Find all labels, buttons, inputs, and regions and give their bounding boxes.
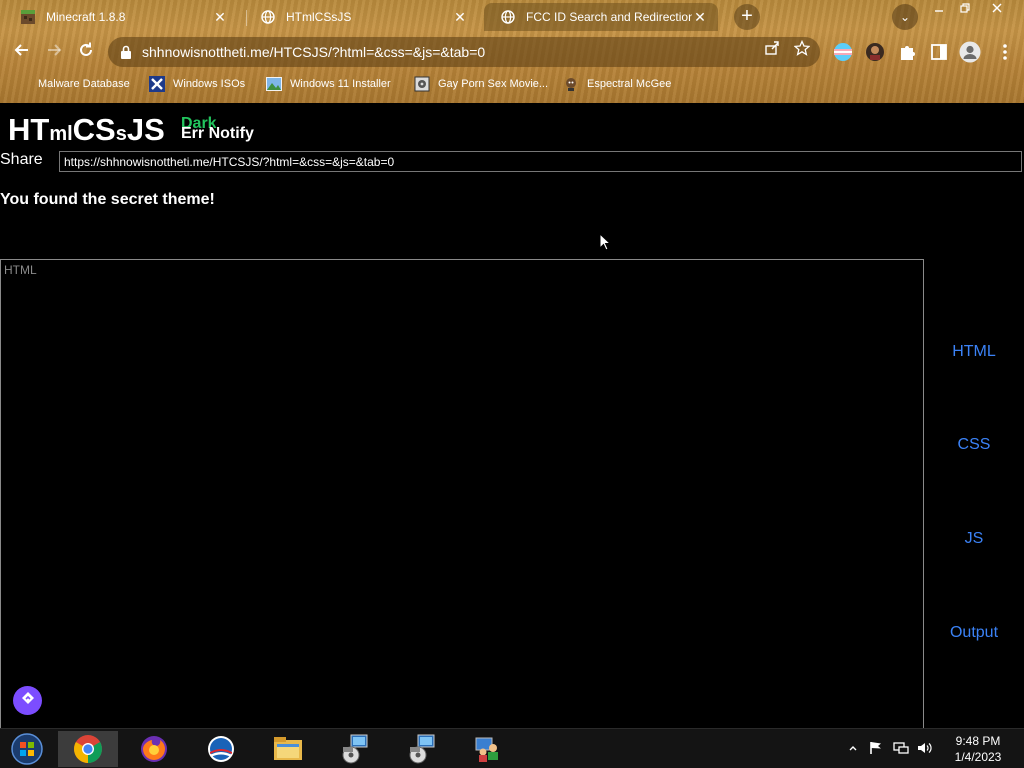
bookmark-label: Espectral McGee bbox=[587, 78, 672, 90]
share-label: Share bbox=[0, 151, 43, 168]
pride-flag-extension-icon[interactable] bbox=[833, 42, 853, 62]
forward-arrow-icon[interactable] bbox=[41, 40, 67, 66]
lock-icon[interactable] bbox=[120, 45, 134, 59]
globe-icon bbox=[500, 9, 516, 25]
tab-title: FCC ID Search and Redirection bbox=[526, 10, 692, 24]
system-clock[interactable]: 9:48 PM 1/4/2023 bbox=[946, 733, 1010, 765]
windows-taskbar: 9:48 PM 1/4/2023 bbox=[0, 728, 1024, 768]
tab-html[interactable]: HTML bbox=[924, 343, 1024, 361]
windows-start-icon[interactable] bbox=[0, 731, 54, 767]
clock-time: 9:48 PM bbox=[955, 734, 1001, 748]
profile-avatar-icon[interactable] bbox=[959, 41, 981, 63]
site-logo: HTmlCSsJS bbox=[8, 112, 165, 147]
bookmark-label: Malware Database bbox=[38, 78, 130, 90]
globe-icon bbox=[260, 9, 276, 25]
page-content: HTmlCSsJS Dark Err Notify Share You foun… bbox=[0, 103, 1024, 728]
bookmark-movie[interactable]: Gay Porn Sex Movie... bbox=[414, 74, 548, 94]
floating-action-button[interactable] bbox=[13, 686, 42, 715]
x-logo-icon bbox=[149, 76, 165, 92]
reload-icon[interactable] bbox=[73, 40, 99, 66]
firefox-icon[interactable] bbox=[124, 731, 184, 767]
browser-chrome: Minecraft 1.8.8 ✕ HTmlCSsJS ✕ FCC ID Sea… bbox=[0, 0, 1024, 103]
tab-search-button[interactable]: ⌄ bbox=[892, 4, 918, 30]
tab-css[interactable]: CSS bbox=[924, 436, 1024, 454]
close-window-icon[interactable] bbox=[984, 0, 1010, 18]
menu-dots-icon[interactable] bbox=[1002, 42, 1014, 62]
tab-minecraft[interactable]: Minecraft 1.8.8 ✕ bbox=[4, 3, 238, 31]
tab-output[interactable]: Output bbox=[924, 624, 1024, 642]
installer-icon[interactable] bbox=[392, 731, 452, 767]
network-people-icon[interactable] bbox=[459, 731, 519, 767]
action-center-flag-icon[interactable] bbox=[868, 741, 884, 757]
bookmark-malware-database[interactable]: Malware Database bbox=[14, 74, 130, 94]
bookmark-label: Windows 11 Installer bbox=[290, 78, 391, 90]
minecraft-icon bbox=[20, 9, 36, 25]
close-tab-icon[interactable]: ✕ bbox=[212, 9, 228, 25]
address-bar[interactable]: shhnowisnottheti.me/HTCSJS/?html=&css=&j… bbox=[108, 37, 820, 67]
character-icon bbox=[563, 76, 579, 92]
file-explorer-icon[interactable] bbox=[258, 731, 318, 767]
diamond-arrow-icon bbox=[21, 691, 35, 710]
bookmark-espectral-mcgee[interactable]: Espectral McGee bbox=[563, 74, 671, 94]
browser-toolbar: shhnowisnottheti.me/HTCSJS/?html=&css=&j… bbox=[0, 34, 1024, 70]
show-hidden-icons-chevron-icon[interactable] bbox=[845, 741, 861, 757]
volume-icon[interactable] bbox=[917, 741, 933, 757]
bookmarks-bar: Malware Database Windows ISOs Windows 11… bbox=[0, 72, 1024, 96]
blank-icon bbox=[14, 76, 30, 92]
tab-strip: Minecraft 1.8.8 ✕ HTmlCSsJS ✕ FCC ID Sea… bbox=[0, 0, 1024, 34]
bookmark-star-icon[interactable] bbox=[790, 39, 814, 64]
new-tab-button[interactable]: + bbox=[734, 4, 760, 30]
bookmark-windows-isos[interactable]: Windows ISOs bbox=[149, 74, 245, 94]
url-text[interactable]: shhnowisnottheti.me/HTCSJS/?html=&css=&j… bbox=[142, 44, 760, 60]
installer-icon[interactable] bbox=[325, 731, 385, 767]
tab-htmlcssjs[interactable]: HTmlCSsJS ✕ bbox=[244, 3, 478, 31]
tab-title: HTmlCSsJS bbox=[286, 10, 352, 24]
bookmark-label: Windows ISOs bbox=[173, 78, 246, 90]
minimize-icon[interactable] bbox=[926, 0, 952, 18]
bookmark-label: Gay Porn Sex Movie... bbox=[438, 78, 549, 90]
bookmark-windows-11-installer[interactable]: Windows 11 Installer bbox=[266, 74, 391, 94]
tab-js[interactable]: JS bbox=[924, 530, 1024, 548]
restore-icon[interactable] bbox=[952, 0, 978, 18]
disc-icon bbox=[414, 76, 430, 92]
share-icon[interactable] bbox=[760, 40, 784, 64]
secret-theme-message: You found the secret theme! bbox=[0, 191, 215, 208]
tab-fcc-id-search[interactable]: FCC ID Search and Redirection ✕ bbox=[484, 3, 718, 31]
close-tab-icon[interactable]: ✕ bbox=[452, 9, 468, 25]
extensions-puzzle-icon[interactable] bbox=[897, 42, 917, 62]
tab-title: Minecraft 1.8.8 bbox=[46, 10, 126, 24]
html-editor[interactable] bbox=[0, 259, 924, 728]
avatar-extension-icon[interactable] bbox=[865, 42, 885, 62]
share-url-input[interactable] bbox=[59, 151, 1022, 172]
side-panel-icon[interactable] bbox=[929, 42, 949, 62]
network-icon[interactable] bbox=[893, 741, 909, 757]
mouse-cursor-icon bbox=[599, 232, 612, 256]
back-arrow-icon[interactable] bbox=[9, 40, 35, 66]
err-notify-toggle[interactable]: Err Notify bbox=[181, 125, 254, 143]
clock-date: 1/4/2023 bbox=[954, 750, 1002, 764]
chrome-icon[interactable] bbox=[58, 731, 118, 767]
close-tab-icon[interactable]: ✕ bbox=[692, 9, 708, 25]
image-icon bbox=[266, 76, 282, 92]
obama-logo-icon[interactable] bbox=[191, 731, 251, 767]
